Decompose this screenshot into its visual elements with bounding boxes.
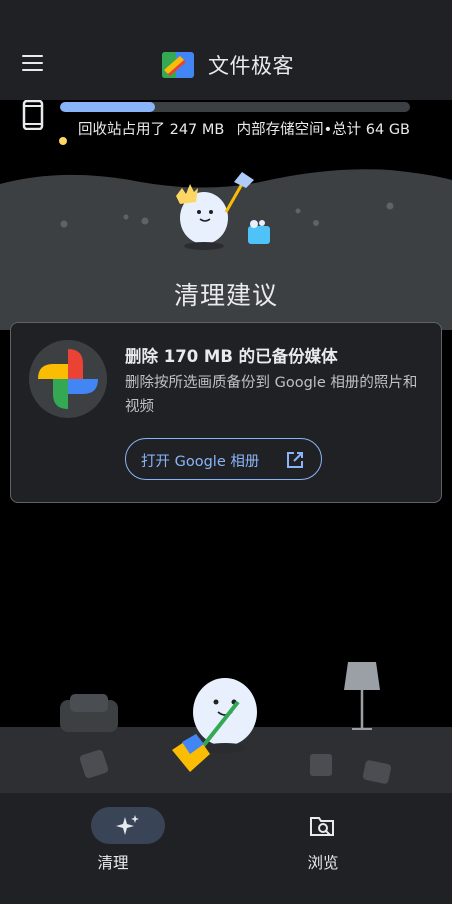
menu-button[interactable] bbox=[14, 46, 50, 82]
open-google-photos-label: 打开 Google 相册 bbox=[141, 454, 260, 470]
bottom-navigation: 清理 浏览 bbox=[0, 793, 452, 904]
trash-usage-text: 回收站占用了 247 MB bbox=[78, 122, 225, 138]
nav-label-browse: 浏览 bbox=[307, 854, 339, 872]
sparkle-icon bbox=[116, 815, 139, 835]
files-app-logo-icon bbox=[162, 52, 194, 78]
open-external-icon bbox=[287, 452, 303, 468]
internal-storage-text: 内部存储空间•总计 64 GB bbox=[236, 122, 410, 138]
card-title: 删除 170 MB 的已备份媒体 bbox=[125, 347, 338, 366]
top-app-bar: 文件极客 bbox=[0, 0, 452, 100]
menu-icon-line bbox=[22, 62, 43, 64]
nav-label-clean: 清理 bbox=[97, 854, 129, 872]
open-google-photos-button[interactable]: 打开 Google 相册 bbox=[125, 438, 322, 480]
phone-storage-icon bbox=[22, 100, 44, 130]
folder-search-icon bbox=[310, 817, 334, 836]
card-description: 删除按所选画质备份到 Google 相册的照片和视频 bbox=[125, 375, 418, 415]
app-title: 文件极客 bbox=[208, 54, 294, 78]
menu-icon-line bbox=[22, 69, 43, 71]
room-scene-illustration bbox=[60, 662, 392, 784]
storage-usage-bar bbox=[60, 102, 410, 112]
nav-item-browse[interactable]: 浏览 bbox=[210, 793, 436, 904]
section-title: 清理建议 bbox=[173, 281, 278, 310]
suggestion-card: 删除 170 MB 的已备份媒体 删除按所选画质备份到 Google 相册的照片… bbox=[10, 322, 442, 503]
trash-legend-dot bbox=[59, 137, 67, 145]
storage-usage-fill bbox=[60, 102, 155, 112]
nav-item-clean[interactable]: 清理 bbox=[0, 793, 226, 904]
google-photos-icon bbox=[29, 340, 107, 418]
mascot-cleaning-illustration bbox=[176, 172, 270, 250]
menu-icon-line bbox=[22, 55, 43, 57]
